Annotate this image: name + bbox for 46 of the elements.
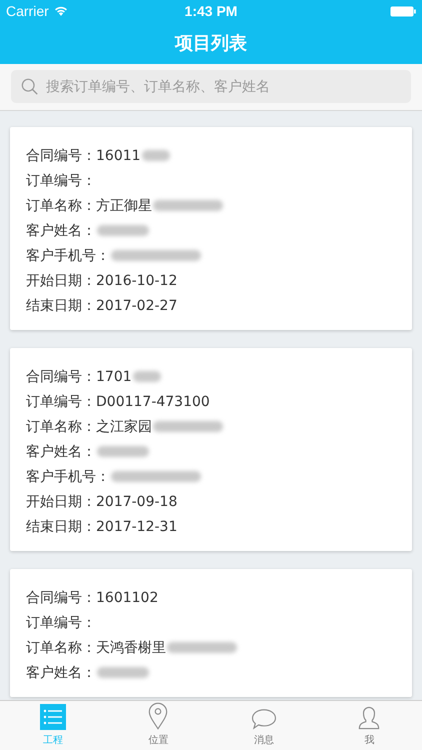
field-label: 客户手机号： (26, 246, 110, 264)
person-icon (358, 706, 380, 730)
field-label: 开始日期： (26, 272, 96, 290)
project-card[interactable]: 合同编号：1601102 订单编号： 订单名称：天鸿香榭里 客户姓名： (10, 569, 412, 697)
field-label: 订单名称： (26, 196, 96, 214)
field-label: 客户姓名： (26, 664, 96, 682)
field-label: 合同编号： (26, 588, 96, 606)
field-value: 2017-12-31 (96, 518, 178, 534)
list-icon (40, 704, 66, 730)
field-value: 方正御星 (96, 196, 152, 214)
tab-item[interactable]: 我 (316, 701, 422, 750)
field-label: 客户姓名： (26, 222, 96, 240)
field-label: 订单编号： (26, 392, 96, 410)
carrier-name: Carrier (6, 3, 49, 19)
tab-item[interactable]: 消息 (211, 701, 316, 750)
field-label: 开始日期： (26, 492, 96, 510)
field-label: 客户手机号： (26, 468, 110, 486)
field-label: 合同编号： (26, 368, 96, 386)
field-value: 2017-02-27 (96, 298, 178, 314)
field-value: 1701 (96, 368, 132, 384)
field-value: 天鸿香榭里 (96, 638, 166, 656)
field-label: 结束日期： (26, 296, 96, 314)
field-value: 2016-10-12 (96, 272, 178, 288)
field-value: D00117-473100 (96, 394, 210, 410)
screen-title: 项目列表 (175, 32, 247, 55)
search-field[interactable]: 搜索订单编号、订单名称、客户姓名 (11, 70, 411, 103)
field-value: 2017-09-18 (96, 494, 178, 510)
field-label: 订单编号： (26, 614, 96, 632)
tab-item[interactable]: 位置 (106, 701, 211, 750)
status-time: 1:43 PM (184, 3, 238, 19)
field-value: 16011 (96, 148, 141, 164)
field-value: 之江家园 (96, 418, 152, 436)
project-card[interactable]: 合同编号：16011 订单编号： 订单名称：方正御星 客户姓名： 客户手机号： 开始日期：2016-10-12 结束日期：2017-02-27 (10, 127, 412, 330)
search-icon (21, 78, 39, 96)
speech-bubble-icon (250, 708, 277, 730)
location-pin-icon (148, 702, 168, 730)
field-label: 订单编号： (26, 172, 96, 190)
battery-icon (390, 6, 416, 16)
field-label: 客户姓名： (26, 442, 96, 460)
field-label: 订单名称： (26, 418, 96, 436)
wifi-icon (54, 6, 68, 16)
field-label: 订单名称： (26, 638, 96, 656)
field-value: 1601102 (96, 590, 158, 606)
field-label: 结束日期： (26, 518, 96, 536)
field-label: 合同编号： (26, 146, 96, 164)
project-card[interactable]: 合同编号：1701 订单编号：D00117-473100 订单名称：之江家园 客户姓名： 客户手机号： 开始日期：2017-09-18 结束日期：2017-12-31 (10, 348, 412, 551)
